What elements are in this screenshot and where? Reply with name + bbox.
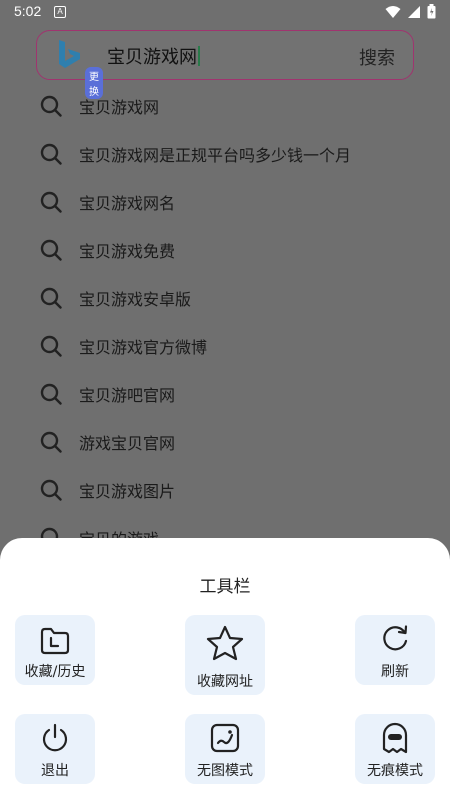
incognito-mode-button[interactable]: 无痕模式 <box>355 714 435 784</box>
suggestion-item[interactable]: 宝贝游戏官方微博 <box>0 322 450 370</box>
suggestion-text: 宝贝游戏网名 <box>79 194 176 213</box>
search-engine-selector[interactable]: 更换 <box>55 37 103 99</box>
suggestion-item[interactable]: 宝贝游戏网是正规平台吗多少钱一个月 <box>0 130 450 178</box>
suggestion-text: 宝贝游戏官方微博 <box>79 338 208 357</box>
bing-logo-icon <box>59 40 80 68</box>
no-image-mode-button[interactable]: 无图模式 <box>185 714 265 784</box>
tool-label: 退出 <box>41 763 69 779</box>
refresh-icon <box>383 625 408 651</box>
suggestion-text: 宝贝游戏图片 <box>79 482 176 501</box>
status-indicators <box>385 4 436 19</box>
search-icon <box>40 383 62 405</box>
star-icon <box>206 625 244 661</box>
search-icon <box>40 335 62 357</box>
search-icon <box>40 287 62 309</box>
suggestion-text: 游戏宝贝官网 <box>79 434 176 453</box>
search-icon <box>40 239 62 261</box>
suggestion-item[interactable]: 宝贝游戏免费 <box>0 226 450 274</box>
search-bar: 更换 宝贝游戏网 搜索 <box>36 30 414 99</box>
suggestion-item[interactable]: 宝贝游戏安卓版 <box>0 274 450 322</box>
suggestion-text: 宝贝游戏免费 <box>79 242 176 261</box>
exit-button[interactable]: 退出 <box>15 714 95 784</box>
cellular-signal-icon <box>408 5 420 18</box>
suggestion-item[interactable]: 宝贝游戏图片 <box>0 466 450 514</box>
suggestion-item[interactable]: 宝贝游戏网名 <box>0 178 450 226</box>
search-icon <box>40 143 62 165</box>
refresh-button[interactable]: 刷新 <box>355 615 435 685</box>
power-icon <box>42 723 68 752</box>
suggestion-text: 宝贝游戏网是正规平台吗多少钱一个月 <box>79 146 352 165</box>
bookmark-url-button[interactable]: 收藏网址 <box>185 615 265 695</box>
wifi-icon <box>385 5 401 18</box>
history-folder-icon <box>40 627 70 655</box>
suggestion-item[interactable]: 宝贝游戏网 <box>0 82 450 130</box>
suggestion-text: 宝贝游吧官网 <box>79 386 176 405</box>
no-image-icon <box>210 723 240 753</box>
text-caret <box>198 46 200 66</box>
tool-label: 无痕模式 <box>367 763 423 779</box>
suggestion-item[interactable]: 宝贝游吧官网 <box>0 370 450 418</box>
tool-label: 刷新 <box>381 664 409 680</box>
favorites-history-button[interactable]: 收藏/历史 <box>15 615 95 685</box>
search-icon <box>40 95 62 117</box>
battery-icon <box>427 4 436 19</box>
app-notification-icon: A <box>54 6 66 18</box>
status-bar: 5:02 A <box>0 0 450 24</box>
search-input-value: 宝贝游戏网 <box>107 47 197 68</box>
toolbar-sheet: 工具栏 收藏/历史 收藏网址 刷新 退出 无图模式 无痕模式 <box>0 538 450 800</box>
search-icon <box>40 431 62 453</box>
incognito-ghost-icon <box>382 722 408 754</box>
tool-label: 收藏网址 <box>197 674 253 690</box>
tool-label: 收藏/历史 <box>24 664 86 680</box>
search-icon <box>40 479 62 501</box>
status-time: 5:02 <box>14 3 42 19</box>
suggestion-list: 宝贝游戏网 宝贝游戏网是正规平台吗多少钱一个月 宝贝游戏网名 宝贝游戏免费 宝贝… <box>0 82 450 562</box>
search-input[interactable]: 宝贝游戏网 <box>107 43 200 69</box>
suggestion-text: 宝贝游戏安卓版 <box>79 290 192 309</box>
search-button[interactable]: 搜索 <box>359 44 395 70</box>
toolbar-title: 工具栏 <box>199 577 251 597</box>
search-icon <box>40 191 62 213</box>
suggestion-text: 宝贝游戏网 <box>79 98 160 117</box>
suggestion-item[interactable]: 游戏宝贝官网 <box>0 418 450 466</box>
tool-label: 无图模式 <box>197 763 253 779</box>
